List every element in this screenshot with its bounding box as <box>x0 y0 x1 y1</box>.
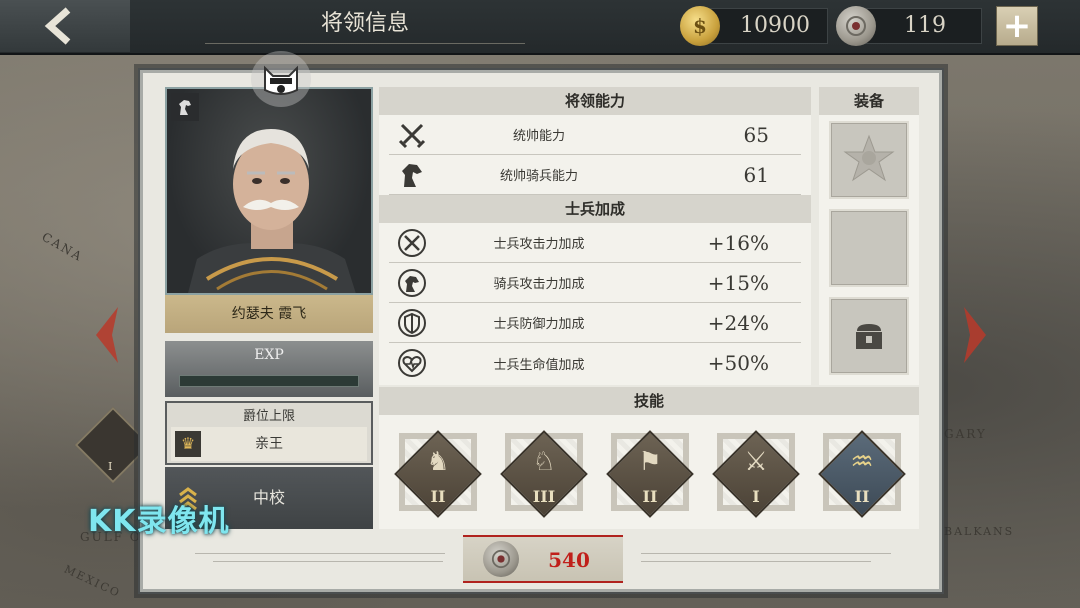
skill-level: I <box>752 487 760 506</box>
assistant-cat-icon[interactable] <box>251 51 311 107</box>
crown-icon: ♛ <box>175 431 201 457</box>
bonus-label: 士兵防御力加成 <box>493 317 585 332</box>
bonus-label: 骑兵攻击力加成 <box>493 277 585 292</box>
medal-amount: 119 <box>904 13 946 38</box>
skills-header: 技能 <box>379 387 919 415</box>
chest-lock-icon <box>856 324 882 349</box>
map-label: MEXICO <box>62 562 123 601</box>
bonus-row: 士兵防御力加成 +24% <box>389 303 801 343</box>
bonus-value: +15% <box>707 270 769 295</box>
general-name: 约瑟夫 霞飞 <box>165 295 373 333</box>
ability-row: 统帅骑兵能力 61 <box>389 155 801 195</box>
ability-label: 统帅骑兵能力 <box>499 169 578 184</box>
divider <box>641 561 871 562</box>
trench-icon: ♒ <box>850 447 874 477</box>
divider <box>195 553 445 554</box>
skill-level: II <box>854 487 870 506</box>
skill-level: II <box>430 487 446 506</box>
map-label: BALKANS <box>944 525 1015 538</box>
skill-cavalry-charge[interactable]: ♘ III <box>499 429 589 519</box>
ability-value: 65 <box>743 122 769 147</box>
rank-cap-title: 爵位上限 <box>242 409 295 424</box>
bonus-row: 士兵生命值加成 +50% <box>389 343 801 383</box>
bonus-value: +50% <box>707 351 769 375</box>
rank-cap-box: 爵位上限 ♛ 亲王 <box>165 401 373 465</box>
equipment-section: 装备 <box>819 87 919 385</box>
back-button[interactable] <box>0 0 130 52</box>
unit-badge-level: I <box>108 460 113 473</box>
page-title: 将领信息 <box>205 4 525 44</box>
add-currency-button[interactable]: + <box>996 6 1038 46</box>
general-info-panel: 约瑟夫 霞飞 EXP 爵位上限 ♛ 亲王 中校 将领能力 统帅能力 65 统帅骑… <box>138 51 944 594</box>
military-rank: 中校 <box>252 488 285 507</box>
divider <box>641 553 891 554</box>
gold-amount: 10900 <box>740 13 810 38</box>
bonus-value: +24% <box>707 310 769 335</box>
equipment-slot-medal[interactable] <box>829 121 909 199</box>
bonus-value: +16% <box>707 230 769 255</box>
divider <box>213 561 443 562</box>
medal-icon <box>836 6 876 46</box>
knight-skill-icon: ♞ <box>426 447 450 477</box>
bonus-label: 士兵生命值加成 <box>493 357 585 373</box>
bonus-row: 骑兵攻击力加成 +15% <box>389 263 801 303</box>
exp-progress-bar <box>179 375 359 387</box>
infantry-icon: ⚔ <box>744 447 768 477</box>
map-label: GARY <box>944 427 987 441</box>
skill-fortify[interactable]: ⚑ II <box>605 429 695 519</box>
skill-level: II <box>642 487 658 506</box>
skills-section: 技能 ♞ II ♘ III ⚑ II ⚔ I ♒ II <box>379 387 919 529</box>
abilities-header: 将领能力 <box>379 87 811 115</box>
exp-box: EXP <box>165 341 373 397</box>
gold-coin-icon: $ <box>680 6 720 46</box>
skill-trench[interactable]: ♒ II <box>817 429 907 519</box>
equipment-header: 装备 <box>819 87 919 115</box>
skill-level: III <box>532 487 556 506</box>
bonuses-header: 士兵加成 <box>379 195 811 223</box>
cavalry-charge-icon: ♘ <box>532 447 556 477</box>
ability-row: 统帅能力 65 <box>389 115 801 155</box>
equipment-slot-empty[interactable] <box>829 209 909 287</box>
medal-emblem-icon <box>843 134 895 182</box>
skill-knight[interactable]: ♞ II <box>393 429 483 519</box>
stats-section: 将领能力 统帅能力 65 统帅骑兵能力 61 士兵加成 士兵攻击力加成 +16% <box>379 87 811 385</box>
bonus-row: 士兵攻击力加成 +16% <box>389 223 801 263</box>
watermark-label: KK录像机 <box>88 504 230 539</box>
upgrade-cost-value: 540 <box>548 548 590 572</box>
top-bar: 将领信息 10900 $ 119 + <box>0 0 1080 55</box>
upgrade-cost-button[interactable]: 540 <box>463 535 623 583</box>
fortify-icon: ⚑ <box>638 447 662 477</box>
exp-label: EXP <box>254 347 284 363</box>
rank-cap-row: ♛ 亲王 <box>171 427 367 461</box>
next-general-arrow-icon[interactable] <box>960 305 990 365</box>
map-label: CANA <box>39 229 86 265</box>
general-portrait <box>165 87 373 295</box>
chevron-left-icon <box>44 7 71 45</box>
skill-infantry[interactable]: ⚔ I <box>711 429 801 519</box>
equipment-slot-locked[interactable] <box>829 297 909 375</box>
ability-label: 统帅能力 <box>512 129 565 144</box>
previous-general-arrow-icon[interactable] <box>92 305 122 365</box>
medal-icon <box>483 541 519 577</box>
ability-value: 61 <box>743 162 769 187</box>
bonus-label: 士兵攻击力加成 <box>493 237 585 252</box>
